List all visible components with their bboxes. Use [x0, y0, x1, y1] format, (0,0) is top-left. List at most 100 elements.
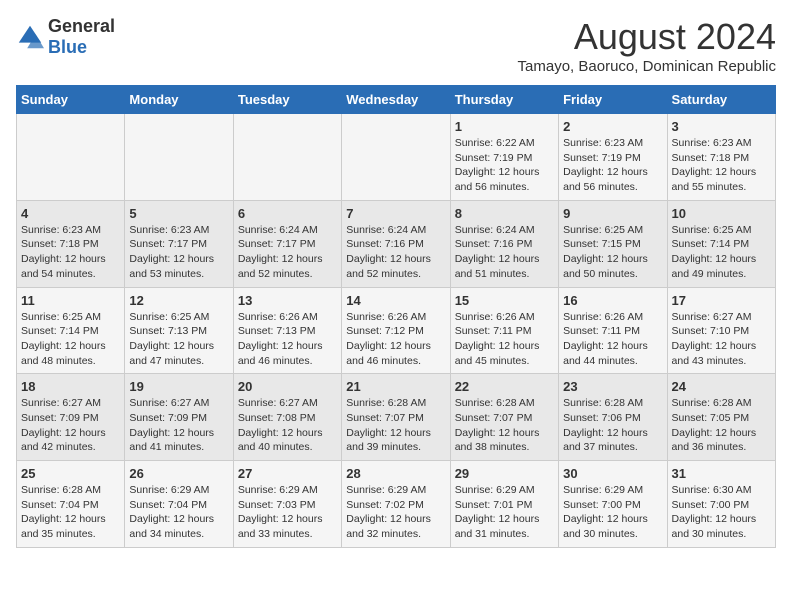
day-info: Sunrise: 6:23 AM Sunset: 7:19 PM Dayligh… [563, 136, 662, 195]
day-info: Sunrise: 6:28 AM Sunset: 7:07 PM Dayligh… [455, 396, 554, 455]
day-number: 3 [672, 119, 771, 134]
calendar-cell: 23Sunrise: 6:28 AM Sunset: 7:06 PM Dayli… [559, 374, 667, 461]
calendar-cell: 9 Sunrise: 6:25 AM Sunset: 7:15 PM Daylig… [559, 200, 667, 287]
day-info: Sunrise: 6:29 AM Sunset: 7:04 PM Dayligh… [129, 483, 228, 542]
day-number: 18 [21, 379, 120, 394]
day-header-friday: Friday [559, 86, 667, 114]
calendar-cell: 20 Sunrise: 6:27 AM Sunset: 7:08 PM Dayli… [233, 374, 341, 461]
day-number: 25 [21, 466, 120, 481]
day-number: 22 [455, 379, 554, 394]
calendar-cell: 10 Sunrise: 6:25 AM Sunset: 7:14 PM Dayli… [667, 200, 775, 287]
week-row-1: 1 Sunrise: 6:22 AM Sunset: 7:19 PM Daylig… [17, 114, 776, 201]
calendar-cell: 5Sunrise: 6:23 AM Sunset: 7:17 PM Daylig… [125, 200, 233, 287]
calendar-cell: 1 Sunrise: 6:22 AM Sunset: 7:19 PM Daylig… [450, 114, 558, 201]
day-info: Sunrise: 6:27 AM Sunset: 7:09 PM Dayligh… [129, 396, 228, 455]
day-number: 12 [129, 293, 228, 308]
day-number: 29 [455, 466, 554, 481]
day-info: Sunrise: 6:29 AM Sunset: 7:03 PM Dayligh… [238, 483, 337, 542]
day-info: Sunrise: 6:23 AM Sunset: 7:18 PM Dayligh… [672, 136, 771, 195]
subtitle: Tamayo, Baoruco, Dominican Republic [518, 58, 776, 75]
calendar-cell: 6 Sunrise: 6:24 AM Sunset: 7:17 PM Daylig… [233, 200, 341, 287]
logo-icon [16, 23, 44, 51]
calendar-cell: 15 Sunrise: 6:26 AM Sunset: 7:11 PM Dayli… [450, 287, 558, 374]
week-row-5: 25 Sunrise: 6:28 AM Sunset: 7:04 PM Dayli… [17, 461, 776, 548]
calendar-cell: 24 Sunrise: 6:28 AM Sunset: 7:05 PM Dayli… [667, 374, 775, 461]
day-header-wednesday: Wednesday [342, 86, 450, 114]
logo-general: General [48, 16, 115, 36]
day-header-thursday: Thursday [450, 86, 558, 114]
day-number: 20 [238, 379, 337, 394]
calendar-cell: 12 Sunrise: 6:25 AM Sunset: 7:13 PM Dayli… [125, 287, 233, 374]
day-info: Sunrise: 6:25 AM Sunset: 7:14 PM Dayligh… [672, 223, 771, 282]
day-info: Sunrise: 6:22 AM Sunset: 7:19 PM Dayligh… [455, 136, 554, 195]
calendar-cell: 22 Sunrise: 6:28 AM Sunset: 7:07 PM Dayli… [450, 374, 558, 461]
day-number: 26 [129, 466, 228, 481]
calendar-cell: 13 Sunrise: 6:26 AM Sunset: 7:13 PM Dayli… [233, 287, 341, 374]
calendar-cell: 14 Sunrise: 6:26 AM Sunset: 7:12 PM Dayli… [342, 287, 450, 374]
header: General Blue August 2024 Tamayo, Baoruco… [16, 16, 776, 75]
day-info: Sunrise: 6:29 AM Sunset: 7:00 PM Dayligh… [563, 483, 662, 542]
day-number: 19 [129, 379, 228, 394]
day-info: Sunrise: 6:25 AM Sunset: 7:15 PM Dayligh… [563, 223, 662, 282]
day-info: Sunrise: 6:28 AM Sunset: 7:04 PM Dayligh… [21, 483, 120, 542]
day-info: Sunrise: 6:26 AM Sunset: 7:12 PM Dayligh… [346, 310, 445, 369]
day-header-sunday: Sunday [17, 86, 125, 114]
calendar-cell: 31 Sunrise: 6:30 AM Sunset: 7:00 PM Dayli… [667, 461, 775, 548]
day-header-tuesday: Tuesday [233, 86, 341, 114]
day-number: 7 [346, 206, 445, 221]
calendar-cell: 16Sunrise: 6:26 AM Sunset: 7:11 PM Dayli… [559, 287, 667, 374]
day-info: Sunrise: 6:23 AM Sunset: 7:18 PM Dayligh… [21, 223, 120, 282]
day-info: Sunrise: 6:24 AM Sunset: 7:16 PM Dayligh… [346, 223, 445, 282]
calendar-cell: 21 Sunrise: 6:28 AM Sunset: 7:07 PM Dayli… [342, 374, 450, 461]
day-header-saturday: Saturday [667, 86, 775, 114]
calendar-cell [233, 114, 341, 201]
logo: General Blue [16, 16, 115, 58]
calendar-cell: 26 Sunrise: 6:29 AM Sunset: 7:04 PM Dayli… [125, 461, 233, 548]
calendar-cell: 2Sunrise: 6:23 AM Sunset: 7:19 PM Daylig… [559, 114, 667, 201]
day-info: Sunrise: 6:27 AM Sunset: 7:08 PM Dayligh… [238, 396, 337, 455]
day-number: 15 [455, 293, 554, 308]
calendar-cell [125, 114, 233, 201]
day-number: 30 [563, 466, 662, 481]
day-number: 4 [21, 206, 120, 221]
day-info: Sunrise: 6:23 AM Sunset: 7:17 PM Dayligh… [129, 223, 228, 282]
day-number: 10 [672, 206, 771, 221]
day-number: 31 [672, 466, 771, 481]
day-info: Sunrise: 6:29 AM Sunset: 7:02 PM Dayligh… [346, 483, 445, 542]
day-info: Sunrise: 6:26 AM Sunset: 7:11 PM Dayligh… [455, 310, 554, 369]
calendar-cell: 28Sunrise: 6:29 AM Sunset: 7:02 PM Dayli… [342, 461, 450, 548]
calendar-cell [342, 114, 450, 201]
calendar-cell: 3 Sunrise: 6:23 AM Sunset: 7:18 PM Daylig… [667, 114, 775, 201]
day-number: 6 [238, 206, 337, 221]
calendar-cell: 27Sunrise: 6:29 AM Sunset: 7:03 PM Dayli… [233, 461, 341, 548]
day-number: 11 [21, 293, 120, 308]
calendar-cell: 8Sunrise: 6:24 AM Sunset: 7:16 PM Daylig… [450, 200, 558, 287]
day-info: Sunrise: 6:26 AM Sunset: 7:11 PM Dayligh… [563, 310, 662, 369]
day-number: 21 [346, 379, 445, 394]
main-title: August 2024 [518, 16, 776, 58]
day-number: 8 [455, 206, 554, 221]
day-info: Sunrise: 6:28 AM Sunset: 7:07 PM Dayligh… [346, 396, 445, 455]
day-number: 1 [455, 119, 554, 134]
calendar-table: SundayMondayTuesdayWednesdayThursdayFrid… [16, 85, 776, 548]
day-info: Sunrise: 6:26 AM Sunset: 7:13 PM Dayligh… [238, 310, 337, 369]
calendar-cell: 29 Sunrise: 6:29 AM Sunset: 7:01 PM Dayli… [450, 461, 558, 548]
day-info: Sunrise: 6:28 AM Sunset: 7:05 PM Dayligh… [672, 396, 771, 455]
day-number: 9 [563, 206, 662, 221]
day-info: Sunrise: 6:27 AM Sunset: 7:10 PM Dayligh… [672, 310, 771, 369]
day-info: Sunrise: 6:24 AM Sunset: 7:17 PM Dayligh… [238, 223, 337, 282]
day-number: 24 [672, 379, 771, 394]
day-number: 17 [672, 293, 771, 308]
day-number: 14 [346, 293, 445, 308]
calendar-cell: 25 Sunrise: 6:28 AM Sunset: 7:04 PM Dayli… [17, 461, 125, 548]
day-number: 13 [238, 293, 337, 308]
day-info: Sunrise: 6:29 AM Sunset: 7:01 PM Dayligh… [455, 483, 554, 542]
calendar-cell: 19 Sunrise: 6:27 AM Sunset: 7:09 PM Dayli… [125, 374, 233, 461]
calendar-cell: 17 Sunrise: 6:27 AM Sunset: 7:10 PM Dayli… [667, 287, 775, 374]
day-info: Sunrise: 6:25 AM Sunset: 7:13 PM Dayligh… [129, 310, 228, 369]
calendar-cell: 4 Sunrise: 6:23 AM Sunset: 7:18 PM Daylig… [17, 200, 125, 287]
week-row-3: 11Sunrise: 6:25 AM Sunset: 7:14 PM Dayli… [17, 287, 776, 374]
week-row-2: 4 Sunrise: 6:23 AM Sunset: 7:18 PM Daylig… [17, 200, 776, 287]
calendar-cell [17, 114, 125, 201]
day-info: Sunrise: 6:30 AM Sunset: 7:00 PM Dayligh… [672, 483, 771, 542]
